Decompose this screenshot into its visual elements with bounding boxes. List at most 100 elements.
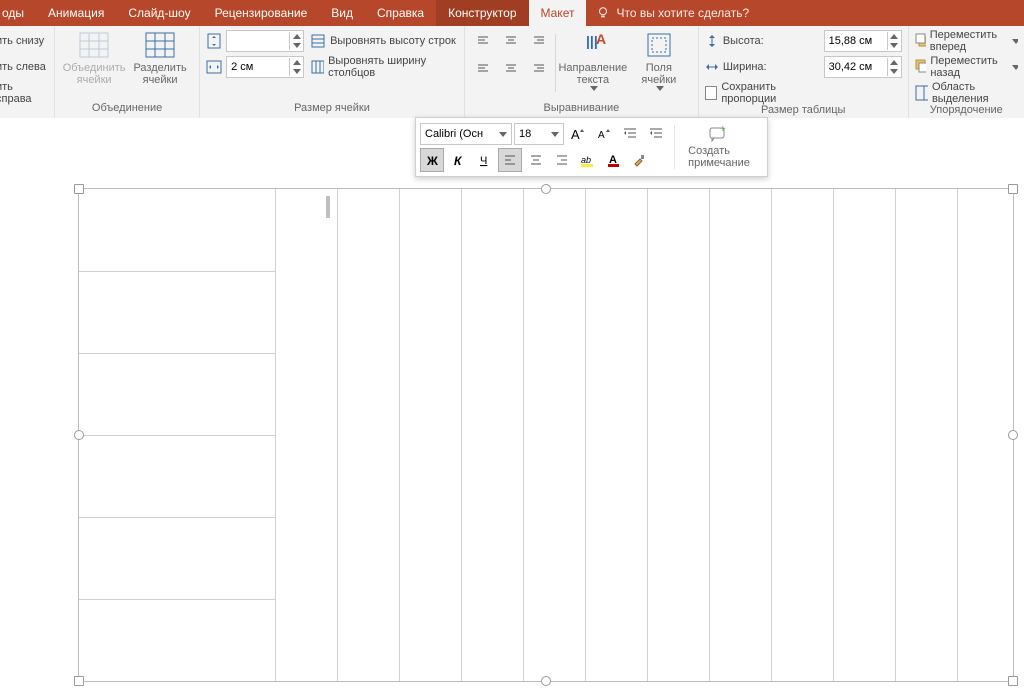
resize-handle[interactable] xyxy=(1008,430,1018,440)
chevron-down-icon[interactable] xyxy=(547,132,563,137)
bring-forward-button[interactable]: Переместить вперед xyxy=(915,30,1018,52)
tab-review[interactable]: Рецензирование xyxy=(203,0,320,26)
table-width-label: Ширина: xyxy=(723,61,767,73)
chevron-down-icon xyxy=(590,86,598,95)
tell-me-label: Что вы хотите сделать? xyxy=(616,6,749,20)
spin-down-icon[interactable] xyxy=(289,41,303,50)
resize-handle[interactable] xyxy=(74,184,84,194)
align-mid-center[interactable] xyxy=(499,55,523,79)
lightbulb-icon xyxy=(596,6,610,20)
shrink-font-button[interactable]: A xyxy=(592,122,616,146)
distribute-rows-icon xyxy=(310,33,326,49)
tab-slideshow[interactable]: Слайд-шоу xyxy=(116,0,202,26)
ribbon: ить снизу ить слева ить справа Объединит… xyxy=(0,26,1024,119)
svg-text:A: A xyxy=(596,32,606,47)
resize-handle[interactable] xyxy=(1008,184,1018,194)
format-painter-button[interactable] xyxy=(628,148,652,172)
align-top-left[interactable] xyxy=(471,29,495,53)
selection-pane-icon xyxy=(915,85,928,101)
row-height-icon xyxy=(206,33,222,49)
distribute-rows-button[interactable]: Выровнять высоту строк xyxy=(310,30,458,52)
table-width-input[interactable] xyxy=(824,56,902,78)
svg-text:ab: ab xyxy=(581,155,591,165)
align-mid-right[interactable] xyxy=(527,55,551,79)
tab-design[interactable]: Конструктор xyxy=(436,0,528,26)
italic-button[interactable]: К xyxy=(446,148,470,172)
align-left-button[interactable] xyxy=(498,148,522,172)
resize-handle[interactable] xyxy=(1008,676,1018,686)
decrease-indent-button[interactable] xyxy=(618,122,642,146)
chevron-down-icon xyxy=(656,86,664,95)
slide-canvas[interactable] xyxy=(0,118,1024,694)
col-width-icon xyxy=(206,59,222,75)
svg-text:Ч: Ч xyxy=(480,155,487,167)
insert-left-button[interactable]: ить слева xyxy=(0,56,46,78)
send-backward-icon xyxy=(915,59,927,75)
width-icon xyxy=(705,60,719,74)
new-comment-button[interactable]: + Создать примечание xyxy=(674,125,763,169)
text-direction-button[interactable]: |||A Направление текста xyxy=(560,28,626,99)
table-height-label: Высота: xyxy=(723,35,764,47)
tab-help[interactable]: Справка xyxy=(365,0,436,26)
tablesize-group-title: Размер таблицы xyxy=(705,104,902,118)
split-cells-icon xyxy=(145,32,175,58)
resize-handle[interactable] xyxy=(74,430,84,440)
arrange-group-title: Упорядочение xyxy=(915,104,1018,118)
resize-handle[interactable] xyxy=(541,184,551,194)
cell-margins-icon xyxy=(646,32,672,58)
distribute-cols-button[interactable]: Выровнять ширину столбцов xyxy=(310,56,458,78)
alignment-group-title: Выравнивание xyxy=(471,102,692,118)
tab-layout[interactable]: Макет xyxy=(529,0,587,26)
svg-text:К: К xyxy=(454,154,463,167)
grow-font-button[interactable]: A xyxy=(566,122,590,146)
text-cursor xyxy=(326,196,330,218)
height-icon xyxy=(705,34,719,48)
svg-text:+: + xyxy=(720,125,726,135)
svg-text:A: A xyxy=(571,127,580,142)
highlight-button[interactable]: ab xyxy=(576,148,600,172)
merge-cells-button: Объединить ячейки xyxy=(61,28,127,90)
merge-group-title: Объединение xyxy=(61,102,193,118)
tab-transitions[interactable]: оды xyxy=(0,0,36,26)
underline-button[interactable]: Ч xyxy=(472,148,496,172)
align-right-button[interactable] xyxy=(550,148,574,172)
resize-handle[interactable] xyxy=(541,676,551,686)
font-color-button[interactable]: A xyxy=(602,148,626,172)
align-top-center[interactable] xyxy=(499,29,523,53)
paintbrush-icon xyxy=(632,153,648,167)
tab-view[interactable]: Вид xyxy=(319,0,365,26)
selection-pane-button[interactable]: Область выделения xyxy=(915,82,1018,104)
svg-text:A: A xyxy=(598,130,605,141)
align-mid-left[interactable] xyxy=(471,55,495,79)
distribute-cols-icon xyxy=(310,59,324,75)
bold-button[interactable]: Ж xyxy=(420,148,444,172)
insert-right-button[interactable]: ить справа xyxy=(0,82,48,104)
tab-animation[interactable]: Анимация xyxy=(36,0,116,26)
row-height-input[interactable] xyxy=(226,30,304,52)
lock-aspect-checkbox[interactable]: Сохранить пропорции xyxy=(705,82,820,104)
col-width-input[interactable] xyxy=(226,56,304,78)
selected-table[interactable] xyxy=(78,188,1014,682)
ribbon-tabs: оды Анимация Слайд-шоу Рецензирование Ви… xyxy=(0,0,1024,26)
chevron-down-icon xyxy=(1012,39,1018,44)
text-direction-icon: |||A xyxy=(580,32,606,58)
table-height-input[interactable] xyxy=(824,30,902,52)
chevron-down-icon[interactable] xyxy=(495,132,511,137)
spin-up-icon[interactable] xyxy=(289,32,303,41)
svg-text:Ж: Ж xyxy=(426,154,438,167)
tell-me[interactable]: Что вы хотите сделать? xyxy=(586,6,759,20)
merge-cells-icon xyxy=(79,32,109,58)
font-size-combo[interactable] xyxy=(514,123,564,145)
cellsize-group-title: Размер ячейки xyxy=(206,102,458,118)
bring-forward-icon xyxy=(915,33,926,49)
insert-below-button[interactable]: ить снизу xyxy=(0,30,44,52)
split-cells-button[interactable]: Разделить ячейки xyxy=(127,28,193,90)
resize-handle[interactable] xyxy=(74,676,84,686)
mini-toolbar: A A Ж К Ч ab A + Создать примечание xyxy=(415,117,768,177)
align-center-button[interactable] xyxy=(524,148,548,172)
font-family-combo[interactable] xyxy=(420,123,512,145)
increase-indent-button[interactable] xyxy=(644,122,668,146)
align-top-right[interactable] xyxy=(527,29,551,53)
cell-margins-button[interactable]: Поля ячейки xyxy=(626,28,692,99)
send-backward-button[interactable]: Переместить назад xyxy=(915,56,1018,78)
